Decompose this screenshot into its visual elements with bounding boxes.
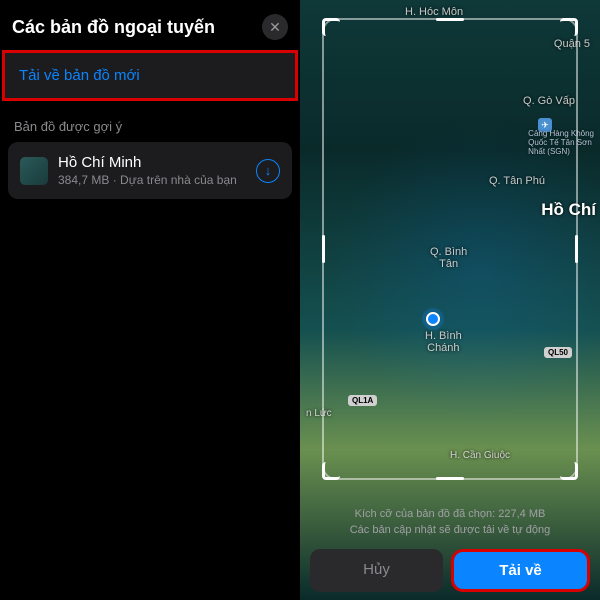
resize-handle-bottom[interactable] xyxy=(436,477,464,480)
resize-handle-right[interactable] xyxy=(575,235,578,263)
close-icon: ✕ xyxy=(269,19,281,36)
bottom-action-bar: Hủy Tải về xyxy=(300,549,600,592)
close-button[interactable]: ✕ xyxy=(262,14,288,40)
map-size-info: Kích cỡ của bản đồ đã chọn: 227,4 MB Các… xyxy=(300,507,600,538)
map-selection-panel: H. Hóc Môn Quận 5 Q. Gò Vấp Q. Tân Phú H… xyxy=(300,0,600,600)
card-text: Hồ Chí Minh 384,7 MB · Dựa trên nhà của … xyxy=(58,154,246,187)
suggested-map-card[interactable]: Hồ Chí Minh 384,7 MB · Dựa trên nhà của … xyxy=(8,142,292,199)
map-size-line: Kích cỡ của bản đồ đã chọn: 227,4 MB xyxy=(308,507,592,522)
panel-header: Các bản đồ ngoại tuyến ✕ xyxy=(0,0,300,50)
download-button-highlight: Tải về xyxy=(451,549,590,592)
cancel-label: Hủy xyxy=(363,561,390,578)
resize-handle-left[interactable] xyxy=(322,235,325,263)
resize-handle-tr[interactable] xyxy=(560,18,578,36)
resize-handle-bl[interactable] xyxy=(322,462,340,480)
suggested-map-detail: 384,7 MB · Dựa trên nhà của bạn xyxy=(58,173,246,187)
download-button[interactable]: Tải về xyxy=(454,552,587,589)
offline-maps-panel: Các bản đồ ngoại tuyến ✕ Tải về bản đồ m… xyxy=(0,0,300,600)
resize-handle-top[interactable] xyxy=(436,18,464,21)
cancel-button[interactable]: Hủy xyxy=(310,549,443,592)
download-new-map-label: Tải về bản đồ mới xyxy=(19,67,281,84)
resize-handle-br[interactable] xyxy=(560,462,578,480)
map-thumbnail xyxy=(20,157,48,185)
suggested-map-name: Hồ Chí Minh xyxy=(58,154,246,171)
map-selection-frame[interactable] xyxy=(322,18,578,480)
download-label: Tải về xyxy=(499,562,542,579)
suggested-section-label: Bản đồ được gợi ý xyxy=(0,101,300,142)
download-new-map-row[interactable]: Tải về bản đồ mới xyxy=(2,50,298,101)
download-icon: ↓ xyxy=(265,163,272,178)
map-place-label: H. Hóc Môn xyxy=(405,6,463,18)
panel-title: Các bản đồ ngoại tuyến xyxy=(12,17,215,38)
resize-handle-tl[interactable] xyxy=(322,18,340,36)
download-icon-button[interactable]: ↓ xyxy=(256,159,280,183)
map-update-line: Các bản cập nhật sẽ được tải về tự động xyxy=(308,523,592,538)
